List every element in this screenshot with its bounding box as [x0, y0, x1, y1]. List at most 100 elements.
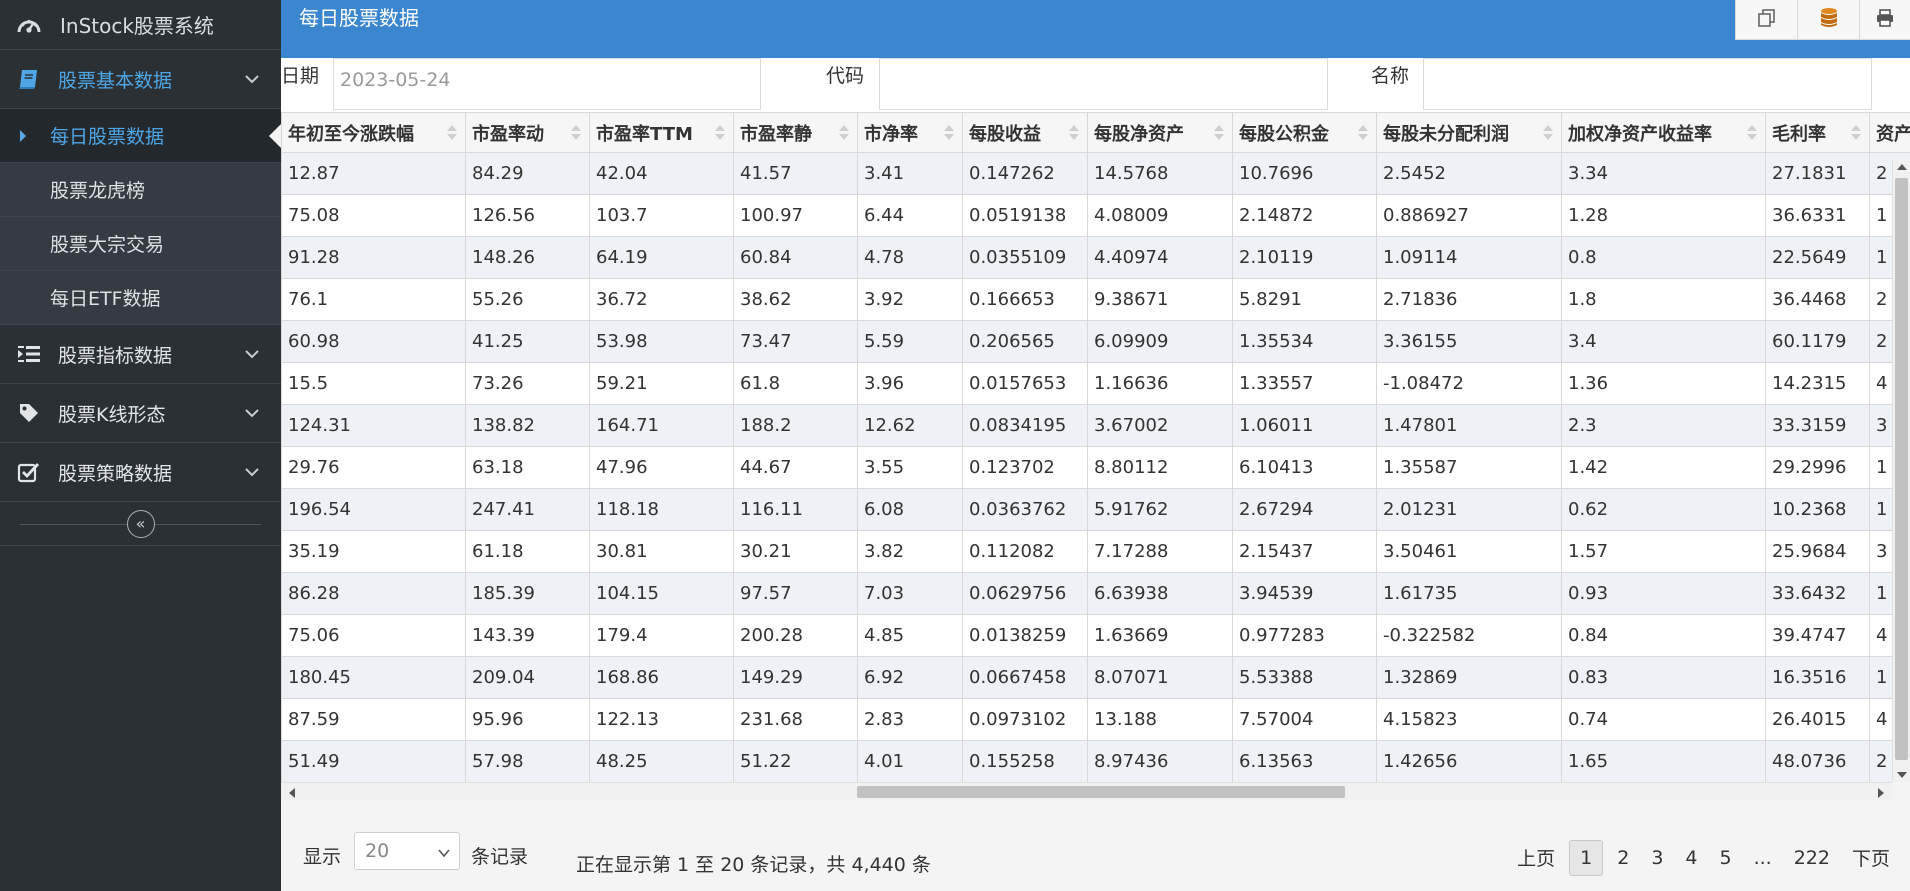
table-row[interactable]: 35.19 61.18 30.81 30.21 3.82 0.112082 7.17288 2… [281, 530, 1910, 573]
table-row[interactable]: 75.08 126.56 103.7 100.97 6.44 0.0519138 4.080… [281, 194, 1910, 237]
table-cell: 3.34 [1561, 152, 1766, 195]
prev-page-button[interactable]: 上页 [1509, 838, 1563, 877]
table-row[interactable]: 91.28 148.26 64.19 60.84 4.78 0.0355109 4.4097… [281, 236, 1910, 279]
table-row[interactable]: 124.31 138.82 164.71 188.2 12.62 0.0834195 3.6… [281, 404, 1910, 447]
name-field[interactable] [1423, 58, 1872, 110]
sort-icon[interactable] [1069, 125, 1079, 141]
table-row[interactable]: 87.59 95.96 122.13 231.68 2.83 0.0973102 13.18… [281, 698, 1910, 741]
next-page-button[interactable]: 下页 [1844, 838, 1898, 877]
table-cell: 3.55 [857, 446, 963, 489]
scroll-down-arrow-icon[interactable] [1897, 772, 1907, 778]
table-row[interactable]: 51.49 57.98 48.25 51.22 4.01 0.155258 8.97436 6… [281, 740, 1910, 782]
column-header[interactable]: 市盈率静 [733, 112, 858, 153]
table-row[interactable]: 12.87 84.29 42.04 41.57 3.41 0.147262 14.5768 1… [281, 152, 1910, 195]
table-row[interactable]: 196.54 247.41 118.18 116.11 6.08 0.0363762 5.9… [281, 488, 1910, 531]
code-field[interactable] [879, 58, 1328, 110]
column-header[interactable]: 资产 [1869, 112, 1910, 153]
table-cell: 76.1 [281, 278, 466, 321]
sort-icon[interactable] [1747, 125, 1757, 141]
sidebar-subitem-dragon-tiger[interactable]: 股票龙虎榜 [0, 163, 281, 217]
table-cell: 1.32869 [1376, 656, 1562, 699]
table-row[interactable]: 29.76 63.18 47.96 44.67 3.55 0.123702 8.80112 6… [281, 446, 1910, 489]
column-header[interactable]: 每股未分配利润 [1376, 112, 1562, 153]
table-cell: 30.21 [733, 530, 858, 573]
vertical-scroll-thumb[interactable] [1895, 178, 1908, 760]
table-cell: 0.74 [1561, 698, 1766, 741]
sort-icon[interactable] [571, 125, 581, 141]
sort-icon[interactable] [1214, 125, 1224, 141]
sidebar-item-basic-data[interactable]: 股票基本数据 [0, 50, 281, 109]
horizontal-scroll-thumb[interactable] [857, 786, 1345, 798]
sidebar-subitem-block-trade[interactable]: 股票大宗交易 [0, 217, 281, 271]
table-row[interactable]: 86.28 185.39 104.15 97.57 7.03 0.0629756 6.639… [281, 572, 1910, 615]
page-number-button[interactable]: 222 [1786, 841, 1838, 875]
table-cell: 103.7 [589, 194, 734, 237]
page-size-select[interactable]: 20 [354, 832, 460, 870]
scroll-right-arrow-icon[interactable] [1878, 788, 1884, 798]
table-cell: 4.85 [857, 614, 963, 657]
table-cell: 14.2315 [1765, 362, 1870, 405]
table-row[interactable]: 15.5 73.26 59.21 61.8 3.96 0.0157653 1.16636 1.… [281, 362, 1910, 405]
page-number-button[interactable]: 1 [1569, 839, 1604, 876]
table-cell: 8.80112 [1087, 446, 1233, 489]
page-number-button[interactable]: 5 [1712, 841, 1740, 875]
vertical-scrollbar[interactable] [1892, 160, 1910, 782]
brand[interactable]: InStock股票系统 [0, 0, 281, 50]
sort-icon[interactable] [447, 125, 457, 141]
sidebar-subitem-daily-stock[interactable]: 每日股票数据 [0, 109, 281, 163]
scroll-up-arrow-icon[interactable] [1897, 164, 1907, 170]
chevron-down-icon [241, 343, 263, 365]
sort-icon[interactable] [1543, 125, 1553, 141]
date-field[interactable]: 2023-05-24 [333, 58, 761, 110]
pagination: 上页 1 2 3 4 5... 222 下页 [1503, 838, 1898, 877]
table-cell: 8.07071 [1087, 656, 1233, 699]
column-header[interactable]: 年初至今涨跌幅 [281, 112, 466, 153]
sidebar-item-strategy-data[interactable]: 股票策略数据 [0, 443, 281, 502]
page-number-button[interactable]: 3 [1643, 841, 1671, 875]
sort-icon[interactable] [944, 125, 954, 141]
column-header[interactable]: 每股公积金 [1232, 112, 1377, 153]
sort-icon[interactable] [715, 125, 725, 141]
sidebar-item-indicator-data[interactable]: 股票指标数据 [0, 325, 281, 384]
table-cell: 1.06011 [1232, 404, 1377, 447]
column-header[interactable]: 毛利率 [1765, 112, 1870, 153]
column-header[interactable]: 市盈率动 [465, 112, 590, 153]
show-label: 显示 [303, 846, 342, 868]
table-cell: 61.8 [733, 362, 858, 405]
column-header[interactable]: 市净率 [857, 112, 963, 153]
export-database-button[interactable] [1798, 0, 1860, 40]
sort-icon[interactable] [1851, 125, 1861, 141]
table-cell: 35.19 [281, 530, 466, 573]
double-chevron-left-icon: « [135, 514, 146, 533]
sort-icon[interactable] [1358, 125, 1368, 141]
table-cell: 53.98 [589, 320, 734, 363]
table-cell: 196.54 [281, 488, 466, 531]
column-header[interactable]: 每股收益 [962, 112, 1088, 153]
table-header: 年初至今涨跌幅 市盈率动 市盈率TTM 市盈率静 市净率 每股收益 每股净资产 每股公积金 每股… [281, 112, 1910, 153]
column-header-label: 市盈率动 [472, 123, 544, 145]
column-header[interactable]: 市盈率TTM [589, 112, 734, 153]
table-cell: 75.08 [281, 194, 466, 237]
page-number-button[interactable]: 2 [1609, 841, 1637, 875]
table-row[interactable]: 180.45 209.04 168.86 149.29 6.92 0.0667458 8.0… [281, 656, 1910, 699]
table-cell: 60.1179 [1765, 320, 1870, 363]
sort-icon[interactable] [839, 125, 849, 141]
print-button[interactable] [1860, 0, 1910, 40]
page-number-button[interactable]: 4 [1677, 841, 1705, 875]
table-cell: 104.15 [589, 572, 734, 615]
horizontal-scrollbar[interactable] [281, 782, 1892, 800]
table-cell: 164.71 [589, 404, 734, 447]
table-row[interactable]: 76.1 55.26 36.72 38.62 3.92 0.166653 9.38671 5.… [281, 278, 1910, 321]
sidebar-item-kline-pattern[interactable]: 股票K线形态 [0, 384, 281, 443]
table-row[interactable]: 75.06 143.39 179.4 200.28 4.85 0.0138259 1.636… [281, 614, 1910, 657]
table-cell: 5.53388 [1232, 656, 1377, 699]
scroll-left-arrow-icon[interactable] [289, 788, 295, 798]
collapse-sidebar-button[interactable]: « [126, 509, 155, 538]
table-cell: 48.25 [589, 740, 734, 782]
column-header[interactable]: 每股净资产 [1087, 112, 1233, 153]
column-header[interactable]: 加权净资产收益率 [1561, 112, 1766, 153]
copy-button[interactable] [1736, 0, 1798, 40]
table-row[interactable]: 60.98 41.25 53.98 73.47 5.59 0.206565 6.09909 1… [281, 320, 1910, 363]
table-cell: 4.40974 [1087, 236, 1233, 279]
sidebar-subitem-daily-etf[interactable]: 每日ETF数据 [0, 271, 281, 325]
